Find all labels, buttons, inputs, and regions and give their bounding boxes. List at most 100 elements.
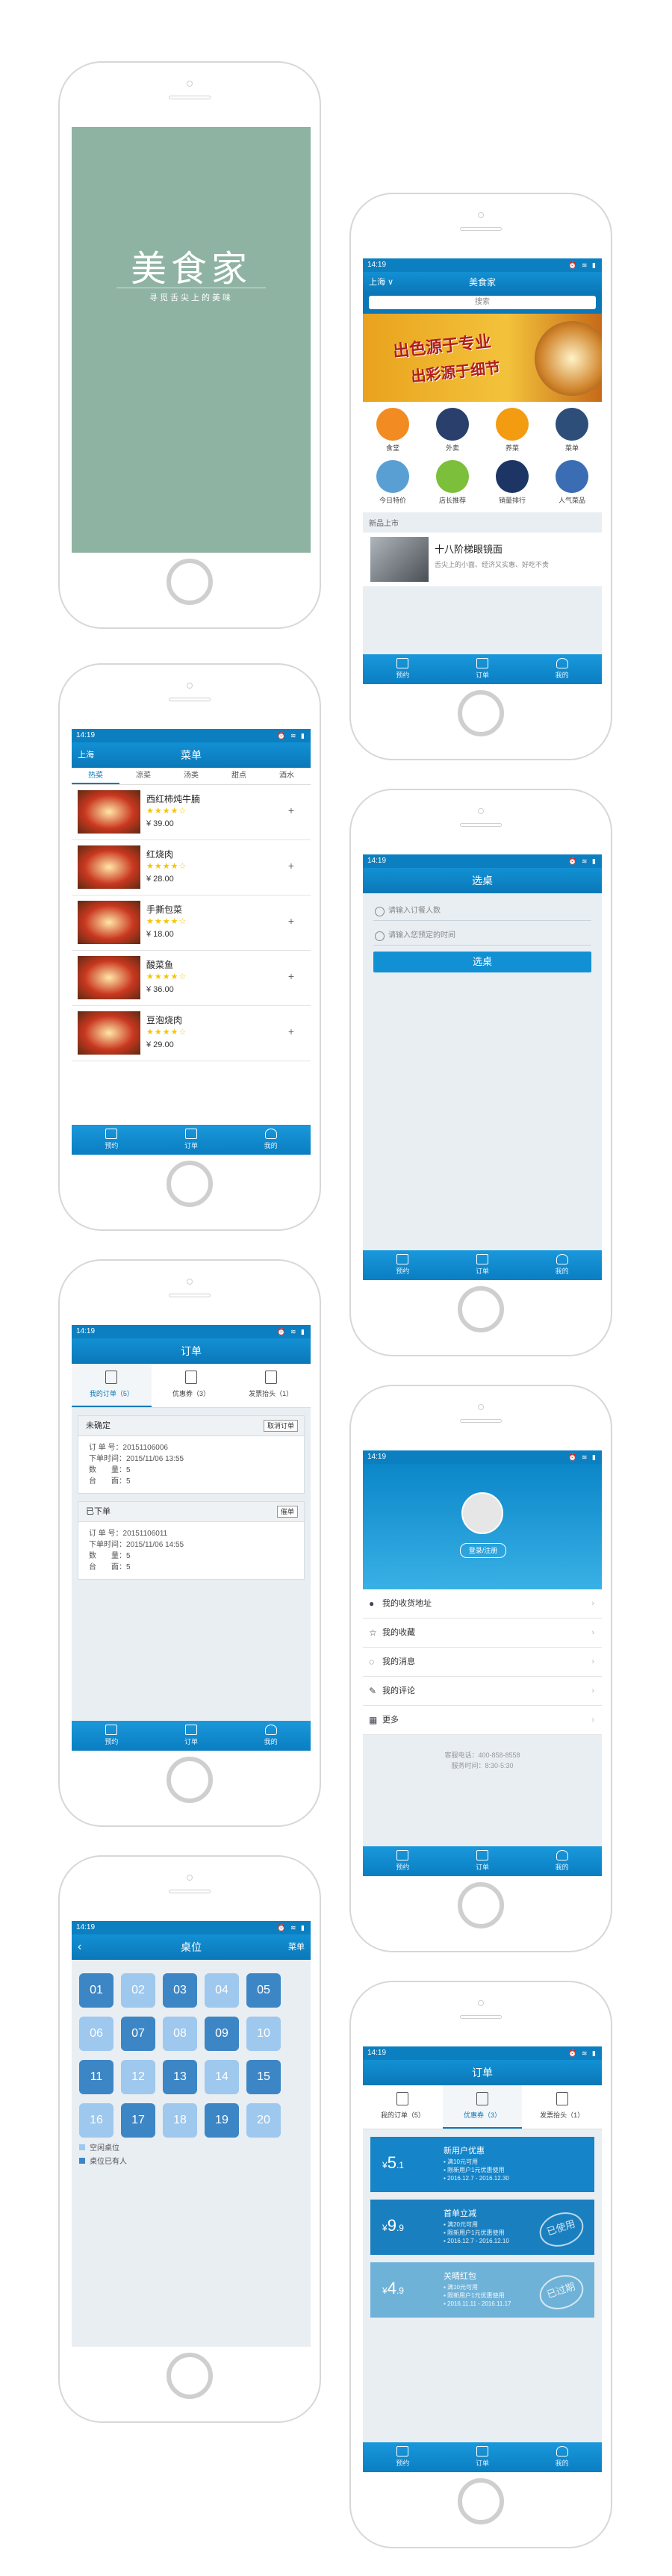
seat-19[interactable]: 19 bbox=[205, 2103, 239, 2138]
tab-reserve[interactable]: 预约 bbox=[72, 1721, 152, 1751]
seat-07[interactable]: 07 bbox=[121, 2017, 155, 2051]
category-item[interactable]: 店长推荐 bbox=[423, 457, 482, 509]
tab-category[interactable]: 热菜 bbox=[72, 768, 119, 784]
seat-13[interactable]: 13 bbox=[163, 2060, 197, 2094]
tab-category[interactable]: 酒水 bbox=[263, 768, 311, 784]
category-label: 人气菜品 bbox=[558, 497, 585, 504]
category-item[interactable]: 人气菜品 bbox=[542, 457, 602, 509]
category-item[interactable]: 菜单 bbox=[542, 405, 602, 457]
tab-coupons[interactable]: 优惠券（3） bbox=[442, 2085, 523, 2129]
tab-my-orders[interactable]: 我的订单（5） bbox=[72, 1364, 152, 1407]
tab-invoice[interactable]: 发票抬头（1） bbox=[231, 1364, 311, 1407]
promo-banner[interactable]: 出色源于专业 出彩源于细节 bbox=[363, 314, 602, 402]
profile-menu-item[interactable]: ● 我的收货地址 › bbox=[363, 1589, 602, 1618]
home-button[interactable] bbox=[458, 1286, 504, 1332]
seat-06[interactable]: 06 bbox=[79, 2017, 113, 2051]
plus-icon[interactable]: + bbox=[288, 804, 294, 816]
avatar[interactable] bbox=[461, 1492, 503, 1534]
coupon-card[interactable]: ¥5.1 新用户优惠 ▪ 满10元可用 ▪ 限新用户1元优惠使用 ▪ 2016.12.7… bbox=[370, 2137, 594, 2192]
home-button[interactable] bbox=[458, 690, 504, 736]
menu-link[interactable]: 菜单 bbox=[288, 1934, 305, 1960]
dish-row[interactable]: 手撕包菜 ★★★★☆ ¥ 18.00 + bbox=[72, 896, 311, 951]
seat-15[interactable]: 15 bbox=[246, 2060, 281, 2094]
coupon-card[interactable]: ¥9.9 首单立减 ▪ 满20元可用 ▪ 限新用户1元优惠使用 ▪ 2016.12.7 … bbox=[370, 2200, 594, 2255]
reserve-time-input[interactable]: 请输入您预定的时间 bbox=[373, 927, 591, 946]
tab-category[interactable]: 汤类 bbox=[167, 768, 215, 784]
category-item[interactable]: 外卖 bbox=[423, 405, 482, 457]
tab-reserve[interactable]: 预约 bbox=[72, 1125, 152, 1155]
category-item[interactable]: 养菜 bbox=[482, 405, 542, 457]
dish-row[interactable]: 豆泡烧肉 ★★★★☆ ¥ 29.00 + bbox=[72, 1006, 311, 1061]
seat-01[interactable]: 01 bbox=[79, 1973, 113, 2008]
tab-me[interactable]: 我的 bbox=[522, 1846, 602, 1876]
tab-orders[interactable]: 订单 bbox=[152, 1125, 231, 1155]
back-icon[interactable]: ‹ bbox=[78, 1934, 81, 1960]
tab-reserve[interactable]: 预约 bbox=[363, 1250, 443, 1280]
category-label: 养菜 bbox=[505, 444, 519, 452]
profile-menu-item[interactable]: ▦ 更多 › bbox=[363, 1706, 602, 1735]
select-table-button[interactable]: 选桌 bbox=[373, 952, 591, 972]
tab-orders[interactable]: 订单 bbox=[443, 654, 523, 684]
seat-16[interactable]: 16 bbox=[79, 2103, 113, 2138]
seat-14[interactable]: 14 bbox=[205, 2060, 239, 2094]
plus-icon[interactable]: + bbox=[288, 860, 294, 872]
home-button[interactable] bbox=[167, 1757, 213, 1803]
home-button[interactable] bbox=[167, 559, 213, 605]
plus-icon[interactable]: + bbox=[288, 915, 294, 927]
category-item[interactable]: 今日特价 bbox=[363, 457, 423, 509]
seat-04[interactable]: 04 bbox=[205, 1973, 239, 2008]
seat-10[interactable]: 10 bbox=[246, 2017, 281, 2051]
tab-my-orders[interactable]: 我的订单（5） bbox=[363, 2085, 443, 2129]
tab-orders[interactable]: 订单 bbox=[443, 1846, 523, 1876]
profile-menu-item[interactable]: ✎ 我的评论 › bbox=[363, 1677, 602, 1706]
city-selector[interactable]: 上海 bbox=[78, 742, 94, 768]
dish-row[interactable]: 酸菜鱼 ★★★★☆ ¥ 36.00 + bbox=[72, 951, 311, 1006]
urge-order-button[interactable]: 催单 bbox=[276, 1506, 298, 1518]
tab-reserve[interactable]: 预约 bbox=[363, 1846, 443, 1876]
seat-08[interactable]: 08 bbox=[163, 2017, 197, 2051]
seat-09[interactable]: 09 bbox=[205, 2017, 239, 2051]
seat-05[interactable]: 05 bbox=[246, 1973, 281, 2008]
plus-icon[interactable]: + bbox=[288, 1025, 294, 1037]
home-button[interactable] bbox=[458, 1882, 504, 1928]
category-item[interactable]: 销量排行 bbox=[482, 457, 542, 509]
home-button[interactable] bbox=[167, 2353, 213, 2399]
seat-11[interactable]: 11 bbox=[79, 2060, 113, 2094]
profile-menu-item[interactable]: ☆ 我的收藏 › bbox=[363, 1618, 602, 1648]
tab-me[interactable]: 我的 bbox=[522, 654, 602, 684]
tab-me[interactable]: 我的 bbox=[522, 1250, 602, 1280]
new-item[interactable]: 十八阶梯眼镜面 舌尖上的小面、经济又实惠、好吃不贵 bbox=[363, 533, 602, 586]
category-item[interactable]: 食堂 bbox=[363, 405, 423, 457]
search-input[interactable]: 搜索 bbox=[369, 296, 596, 309]
cancel-order-button[interactable]: 取消订单 bbox=[263, 1420, 298, 1432]
tab-reserve[interactable]: 预约 bbox=[363, 2442, 443, 2472]
tab-coupons[interactable]: 优惠券（3） bbox=[152, 1364, 231, 1407]
tab-invoice[interactable]: 发票抬头（1） bbox=[522, 2085, 602, 2129]
tab-me[interactable]: 我的 bbox=[522, 2442, 602, 2472]
seat-20[interactable]: 20 bbox=[246, 2103, 281, 2138]
home-button[interactable] bbox=[458, 2478, 504, 2524]
seat-12[interactable]: 12 bbox=[121, 2060, 155, 2094]
seat-02[interactable]: 02 bbox=[121, 1973, 155, 2008]
dish-row[interactable]: 西红柿炖牛腩 ★★★★☆ ¥ 39.00 + bbox=[72, 785, 311, 840]
tab-me[interactable]: 我的 bbox=[231, 1125, 311, 1155]
dish-row[interactable]: 红烧肉 ★★★★☆ ¥ 28.00 + bbox=[72, 840, 311, 896]
coupon-card[interactable]: ¥4.9 关晴红包 ▪ 满10元可用 ▪ 限新用户1元优惠使用 ▪ 2016.11.11… bbox=[370, 2262, 594, 2318]
seat-03[interactable]: 03 bbox=[163, 1973, 197, 2008]
tab-category[interactable]: 凉菜 bbox=[119, 768, 167, 784]
party-size-input[interactable]: 请输入订餐人数 bbox=[373, 902, 591, 921]
coupon-icon bbox=[185, 1371, 197, 1384]
tab-orders[interactable]: 订单 bbox=[152, 1721, 231, 1751]
tab-orders[interactable]: 订单 bbox=[443, 2442, 523, 2472]
seat-18[interactable]: 18 bbox=[163, 2103, 197, 2138]
city-selector[interactable]: 上海 ∨ bbox=[369, 272, 393, 293]
tab-orders[interactable]: 订单 bbox=[443, 1250, 523, 1280]
login-button[interactable]: 登录/注册 bbox=[460, 1543, 506, 1558]
home-button[interactable] bbox=[167, 1161, 213, 1207]
tab-category[interactable]: 甜点 bbox=[215, 768, 263, 784]
tab-reserve[interactable]: 预约 bbox=[363, 654, 443, 684]
plus-icon[interactable]: + bbox=[288, 970, 294, 982]
tab-me[interactable]: 我的 bbox=[231, 1721, 311, 1751]
seat-17[interactable]: 17 bbox=[121, 2103, 155, 2138]
profile-menu-item[interactable]: ◌ 我的消息 › bbox=[363, 1648, 602, 1677]
